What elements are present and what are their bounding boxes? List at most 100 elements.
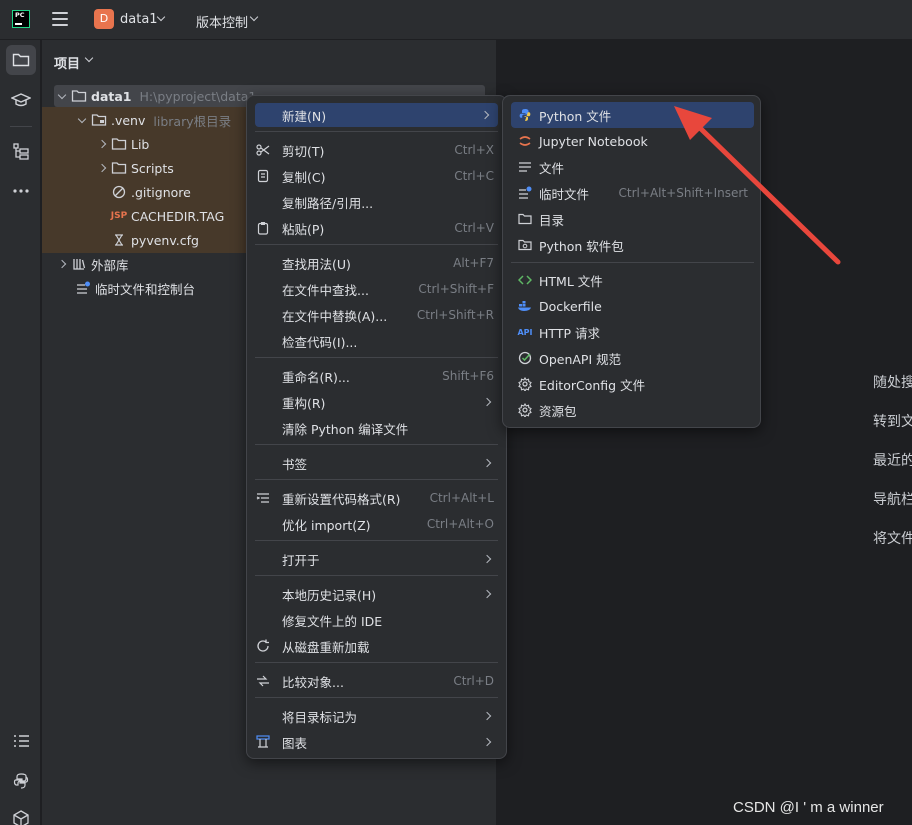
folder-icon [110,137,128,151]
menu-item-refactor[interactable]: 重构(R) [247,390,506,414]
menu-item-shortcut: Ctrl+V [454,221,494,235]
tree-item-data1[interactable]: data1 H:\pyproject\data1 [54,85,256,107]
menu-item-label: 修复文件上的 IDE [282,613,383,629]
editor-hint: 最近的 [873,453,912,469]
menu-item-open-in[interactable]: 打开于 [247,547,506,571]
submenu-item-editorconfig[interactable]: EditorConfig 文件 [511,371,754,397]
submenu-item-http-request[interactable]: API HTTP 请求 [511,319,754,345]
vcs-dropdown-chevron-icon[interactable] [249,12,259,22]
tree-item-cachedir[interactable]: JSP CACHEDIR.TAG [110,205,225,227]
library-icon [70,257,88,271]
services-icon[interactable] [6,804,36,825]
logo-text: PC [15,11,25,19]
submenu-item-label: 资源包 [539,403,577,419]
structure-icon[interactable] [6,136,36,166]
menu-item-mark-directory[interactable]: 将目录标记为 [247,704,506,728]
jupyter-icon [517,128,533,154]
python-file-icon [517,102,533,128]
editor-hint: 导航栏 [873,492,912,508]
tree-item-external-libs[interactable]: 外部库 [54,253,129,275]
tree-item-lib[interactable]: Lib [94,133,149,155]
menu-item-rename[interactable]: 重命名(R)... Shift+F6 [247,364,506,388]
expand-chevron-icon[interactable] [57,90,67,99]
project-panel-title[interactable]: 项目 [54,53,80,72]
submenu-item-label: HTTP 请求 [539,325,600,341]
title-bar: PC D data1 版本控制 [0,0,912,40]
menu-item-find-usages[interactable]: 查找用法(U) Alt+F7 [247,251,506,275]
submenu-item-resource-bundle[interactable]: 资源包 [511,397,754,423]
api-icon: API [517,327,533,337]
menu-item-find-in-files[interactable]: 在文件中查找... Ctrl+Shift+F [247,277,506,301]
project-dropdown-chevron-icon[interactable] [156,12,166,22]
tree-item-hint: library根目录 [153,113,232,129]
tree-item-gitignore[interactable]: .gitignore [110,181,191,203]
submenu-item-python-package[interactable]: Python 软件包 [511,232,754,258]
expand-chevron-icon[interactable] [97,139,107,149]
submenu-item-html-file[interactable]: HTML 文件 [511,267,754,293]
menu-item-paste[interactable]: 粘贴(P) Ctrl+V [247,216,506,240]
tree-item-label: Scripts [131,160,174,176]
menu-item-label: 复制(C) [282,169,326,185]
tree-item-scratches[interactable]: 临时文件和控制台 [74,277,195,299]
menu-item-bookmarks[interactable]: 书签 [247,451,506,475]
submenu-item-openapi[interactable]: OpenAPI 规范 [511,345,754,371]
submenu-item-label: OpenAPI 规范 [539,351,622,367]
editor-hint: 转到文 [873,414,912,430]
expand-chevron-icon[interactable] [57,259,67,269]
menu-item-repair-ide[interactable]: 修复文件上的 IDE [247,608,506,632]
submenu-item-dockerfile[interactable]: Dockerfile [511,293,754,319]
menu-item-label: 从磁盘重新加载 [282,639,370,655]
menu-item-optimize-imports[interactable]: 优化 import(Z) Ctrl+Alt+O [247,512,506,536]
submenu-item-label: Jupyter Notebook [539,133,648,149]
expand-chevron-icon[interactable] [97,163,107,173]
learn-icon[interactable] [6,85,36,115]
menu-item-copy-path[interactable]: 复制路径/引用... [247,190,506,214]
menu-item-compare-with[interactable]: 比较对象... Ctrl+D [247,669,506,693]
openapi-icon [517,345,533,371]
menu-item-shortcut: Shift+F6 [442,369,494,383]
scratch-icon [74,281,92,295]
menu-item-local-history[interactable]: 本地历史记录(H) [247,582,506,606]
main-menu-icon[interactable] [52,12,68,26]
menu-item-shortcut: Ctrl+Shift+F [418,282,494,296]
submenu-item-scratch-file[interactable]: 临时文件 Ctrl+Alt+Shift+Insert [511,180,754,206]
menu-item-inspect-code[interactable]: 检查代码(I)... [247,329,506,353]
todo-icon[interactable] [6,726,36,756]
menu-item-diagrams[interactable]: 图表 [247,730,506,754]
submenu-item-python-file[interactable]: Python 文件 [511,102,754,128]
expand-chevron-icon[interactable] [77,114,87,123]
tree-item-pyvenv[interactable]: pyvenv.cfg [110,229,199,251]
menu-item-cut[interactable]: 剪切(T) Ctrl+X [247,138,506,162]
panel-title-chevron-icon[interactable] [84,53,94,63]
tool-window-stripe [0,40,41,825]
submenu-item-label: Python 软件包 [539,238,624,254]
tree-item-scripts[interactable]: Scripts [94,157,174,179]
scratch-file-icon [517,180,533,206]
folder-icon[interactable] [6,45,36,75]
menu-item-copy[interactable]: 复制(C) Ctrl+C [247,164,506,188]
submenu-item-jupyter[interactable]: Jupyter Notebook [511,128,754,154]
project-badge[interactable]: D [94,9,114,29]
menu-item-new[interactable]: 新建(N) [255,103,498,127]
menu-item-reformat[interactable]: 重新设置代码格式(R) Ctrl+Alt+L [247,486,506,510]
settings-gear-icon [517,371,533,397]
submenu-chevron-icon [482,711,492,721]
text-file-icon [517,154,533,180]
submenu-item-file[interactable]: 文件 [511,154,754,180]
tree-item-venv[interactable]: .venv library根目录 [74,109,231,131]
menu-item-reload-from-disk[interactable]: 从磁盘重新加载 [247,634,506,658]
folder-icon [517,206,533,232]
python-packages-icon[interactable] [6,766,36,796]
resource-gear-icon [517,397,533,423]
library-folder-icon [90,113,108,127]
menu-item-label: 打开于 [282,552,320,568]
menu-item-label: 检查代码(I)... [282,334,358,350]
submenu-item-label: 临时文件 [539,186,590,202]
menu-item-clean-python[interactable]: 清除 Python 编译文件 [247,416,506,440]
vcs-menu[interactable]: 版本控制 [196,12,248,31]
more-icon[interactable] [6,176,36,206]
project-name[interactable]: data1 [120,12,158,27]
submenu-item-directory[interactable]: 目录 [511,206,754,232]
menu-item-replace-in-files[interactable]: 在文件中替换(A)... Ctrl+Shift+R [247,303,506,327]
paste-icon [255,216,271,240]
